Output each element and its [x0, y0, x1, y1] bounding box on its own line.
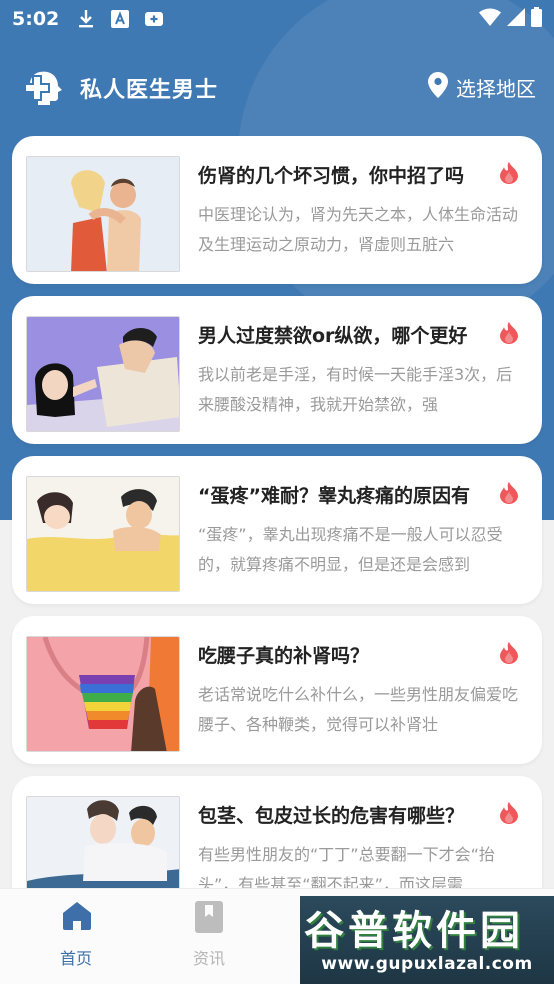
tab-home-label: 首页 [59, 949, 92, 968]
location-pin-icon [428, 72, 448, 103]
home-icon [62, 901, 92, 935]
article-description: “蛋疼”，睾丸出现疼痛不是一般人可以忍受的，就算疼痛不明显，但是还是会感到 [198, 525, 503, 574]
site-watermark: 谷普软件园 www.gupuxlazal.com [300, 896, 554, 984]
article-thumbnail [26, 636, 180, 752]
hot-flame-icon [499, 802, 519, 828]
signal-icon [507, 8, 525, 30]
article-thumbnail [26, 156, 180, 272]
hot-flame-icon [499, 322, 519, 348]
hot-flame-icon [499, 162, 519, 188]
region-label: 选择地区 [456, 77, 536, 101]
article-title: “蛋疼”难耐？睾丸疼痛的原因有 [198, 485, 470, 507]
article-card[interactable]: 吃腰子真的补肾吗？ 老话常说吃什么补什么，一些男性朋友偏爱吃腰子、各种鞭类，觉得… [12, 616, 542, 764]
article-card[interactable]: 男人过度禁欲or纵欲，哪个更好 我以前老是手淫，有时候一天能手淫3次，后来腰酸没… [12, 296, 542, 444]
app-header: 私人医生男士 选择地区 [0, 62, 554, 112]
article-description: 我以前老是手淫，有时候一天能手淫3次，后来腰酸没精神，我就开始禁欲，强 [198, 365, 513, 414]
app-title: 私人医生男士 [80, 78, 219, 103]
hot-flame-icon [499, 482, 519, 508]
hot-flame-icon [499, 642, 519, 668]
article-card[interactable]: “蛋疼”难耐？睾丸疼痛的原因有 “蛋疼”，睾丸出现疼痛不是一般人可以忍受的，就算… [12, 456, 542, 604]
status-bar: 5:02 [0, 0, 554, 38]
tab-news-label: 资讯 [192, 949, 225, 968]
article-card[interactable]: 伤肾的几个坏习惯，你中招了吗 中医理论认为，肾为先天之本，人体生命活动及生理运动… [12, 136, 542, 284]
article-title: 男人过度禁欲or纵欲，哪个更好 [198, 325, 468, 347]
article-thumbnail [26, 316, 180, 432]
download-icon [77, 9, 95, 29]
font-app-icon [111, 10, 130, 28]
article-title: 伤肾的几个坏习惯，你中招了吗 [198, 165, 465, 187]
watermark-url: www.gupuxlazal.com [321, 954, 533, 974]
medical-app-icon [145, 11, 164, 27]
book-icon [195, 901, 223, 937]
article-thumbnail [26, 476, 180, 592]
tab-home[interactable]: 首页 [21, 889, 131, 984]
doctor-logo-icon [24, 68, 68, 110]
watermark-brand: 谷普软件园 [304, 908, 524, 954]
article-title: 包茎、包皮过长的危害有哪些？ [198, 805, 465, 827]
article-description: 老话常说吃什么补什么，一些男性朋友偏爱吃腰子、各种鞭类，觉得可以补肾壮 [198, 685, 519, 734]
tab-news[interactable]: 资讯 [154, 889, 264, 984]
battery-icon [531, 7, 542, 31]
select-region-button[interactable]: 选择地区 [428, 72, 536, 103]
wifi-icon [479, 8, 501, 30]
status-time: 5:02 [12, 8, 60, 30]
article-title: 吃腰子真的补肾吗？ [198, 645, 370, 667]
article-description: 中医理论认为，肾为先天之本，人体生命活动及生理运动之原动力，肾虚则五脏六 [198, 205, 519, 254]
